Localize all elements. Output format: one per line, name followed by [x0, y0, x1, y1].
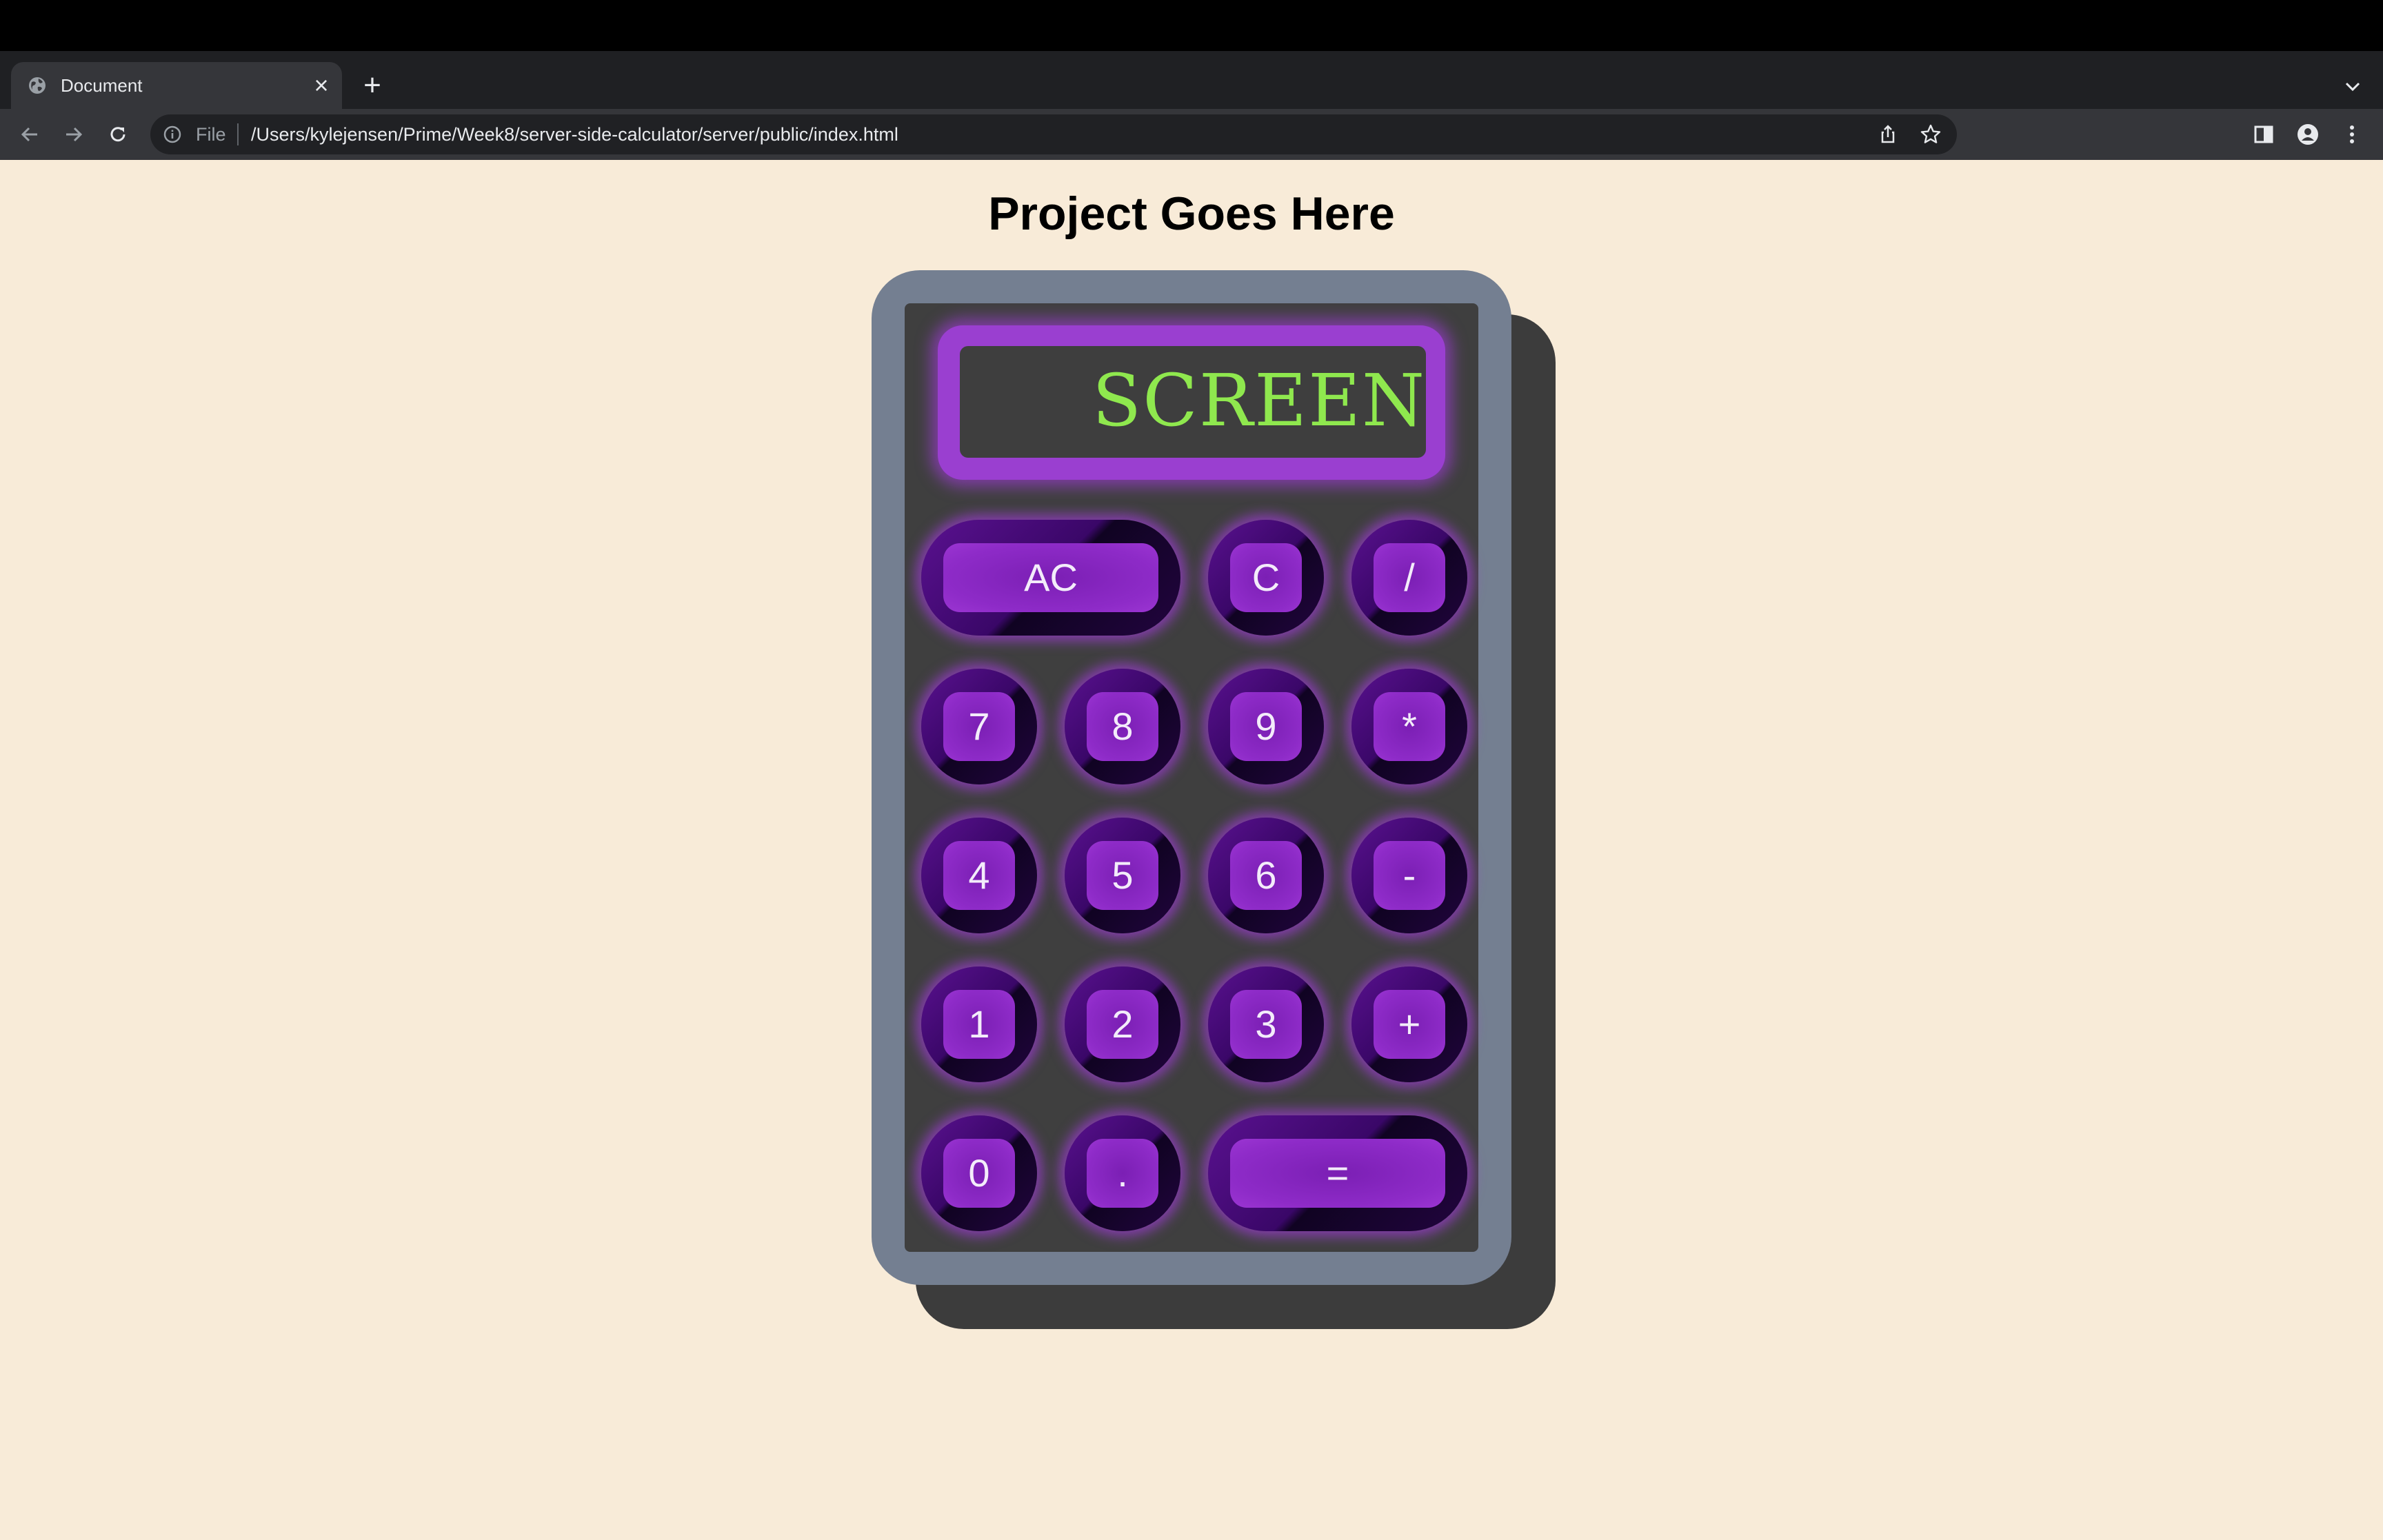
key-label: -: [1374, 841, 1445, 910]
close-icon[interactable]: ×: [310, 73, 332, 98]
star-icon[interactable]: [1920, 123, 1942, 145]
digit-2-button[interactable]: 2: [1065, 966, 1180, 1082]
back-arrow-icon[interactable]: [17, 121, 43, 148]
share-icon[interactable]: [1877, 123, 1899, 145]
key-label: 2: [1087, 990, 1158, 1059]
add-button[interactable]: +: [1351, 966, 1467, 1082]
navigation-toolbar: File /Users/kylejensen/Prime/Week8/serve…: [0, 109, 2383, 160]
digit-0-button[interactable]: 0: [921, 1115, 1037, 1231]
key-label: .: [1087, 1139, 1158, 1208]
page-title: Project Goes Here: [988, 188, 1395, 240]
key-label: =: [1230, 1139, 1445, 1208]
tab-document[interactable]: Document ×: [11, 62, 342, 109]
key-label: 1: [943, 990, 1015, 1059]
menu-bar-area: [0, 0, 2383, 51]
multiply-button[interactable]: *: [1351, 669, 1467, 784]
digit-8-button[interactable]: 8: [1065, 669, 1180, 784]
key-label: C: [1230, 543, 1302, 612]
key-label: 8: [1087, 692, 1158, 761]
screen-frame: SCREEN: [938, 325, 1445, 480]
address-bar[interactable]: File /Users/kylejensen/Prime/Week8/serve…: [150, 114, 1957, 154]
reload-icon[interactable]: [105, 121, 131, 148]
key-label: 4: [943, 841, 1015, 910]
clear-all-button[interactable]: AC: [921, 520, 1180, 636]
key-label: 0: [943, 1139, 1015, 1208]
digit-7-button[interactable]: 7: [921, 669, 1037, 784]
browser-window: Document × + File /Users/kylejensen/Prim…: [0, 0, 2383, 1540]
digit-6-button[interactable]: 6: [1208, 818, 1324, 933]
info-icon[interactable]: [163, 125, 182, 144]
url-text[interactable]: /Users/kylejensen/Prime/Week8/server-sid…: [251, 123, 898, 145]
divide-button[interactable]: /: [1351, 520, 1467, 636]
key-label: 3: [1230, 990, 1302, 1059]
globe-icon: [29, 77, 46, 94]
url-divider: [237, 123, 239, 145]
profile-icon[interactable]: [2295, 121, 2321, 148]
plus-icon[interactable]: +: [357, 70, 388, 102]
digit-9-button[interactable]: 9: [1208, 669, 1324, 784]
clear-button[interactable]: C: [1208, 520, 1324, 636]
key-label: 6: [1230, 841, 1302, 910]
screen-text: SCREEN: [1092, 358, 1426, 443]
tab-strip: Document × +: [0, 51, 2383, 109]
side-panel-icon[interactable]: [2251, 121, 2277, 148]
calculator-screen: SCREEN: [960, 346, 1426, 458]
chevron-down-icon[interactable]: [2340, 74, 2365, 99]
key-label: 7: [943, 692, 1015, 761]
digit-3-button[interactable]: 3: [1208, 966, 1324, 1082]
key-label: /: [1374, 543, 1445, 612]
tab-title: Document: [61, 75, 143, 96]
decimal-button[interactable]: .: [1065, 1115, 1180, 1231]
calculator-panel: SCREEN AC C / 7 8 9 * 4 5 6 - 1 2 3 + 0 …: [905, 303, 1478, 1252]
kebab-menu-icon[interactable]: [2339, 121, 2365, 148]
key-label: *: [1374, 692, 1445, 761]
key-label: 5: [1087, 841, 1158, 910]
digit-5-button[interactable]: 5: [1065, 818, 1180, 933]
key-label: 9: [1230, 692, 1302, 761]
url-scheme-label: File: [196, 124, 226, 145]
calculator: SCREEN AC C / 7 8 9 * 4 5 6 - 1 2 3 + 0 …: [872, 270, 1511, 1285]
key-label: +: [1374, 990, 1445, 1059]
digit-4-button[interactable]: 4: [921, 818, 1037, 933]
key-label: AC: [943, 543, 1158, 612]
subtract-button[interactable]: -: [1351, 818, 1467, 933]
digit-1-button[interactable]: 1: [921, 966, 1037, 1082]
forward-arrow-icon[interactable]: [61, 121, 87, 148]
equals-button[interactable]: =: [1208, 1115, 1467, 1231]
